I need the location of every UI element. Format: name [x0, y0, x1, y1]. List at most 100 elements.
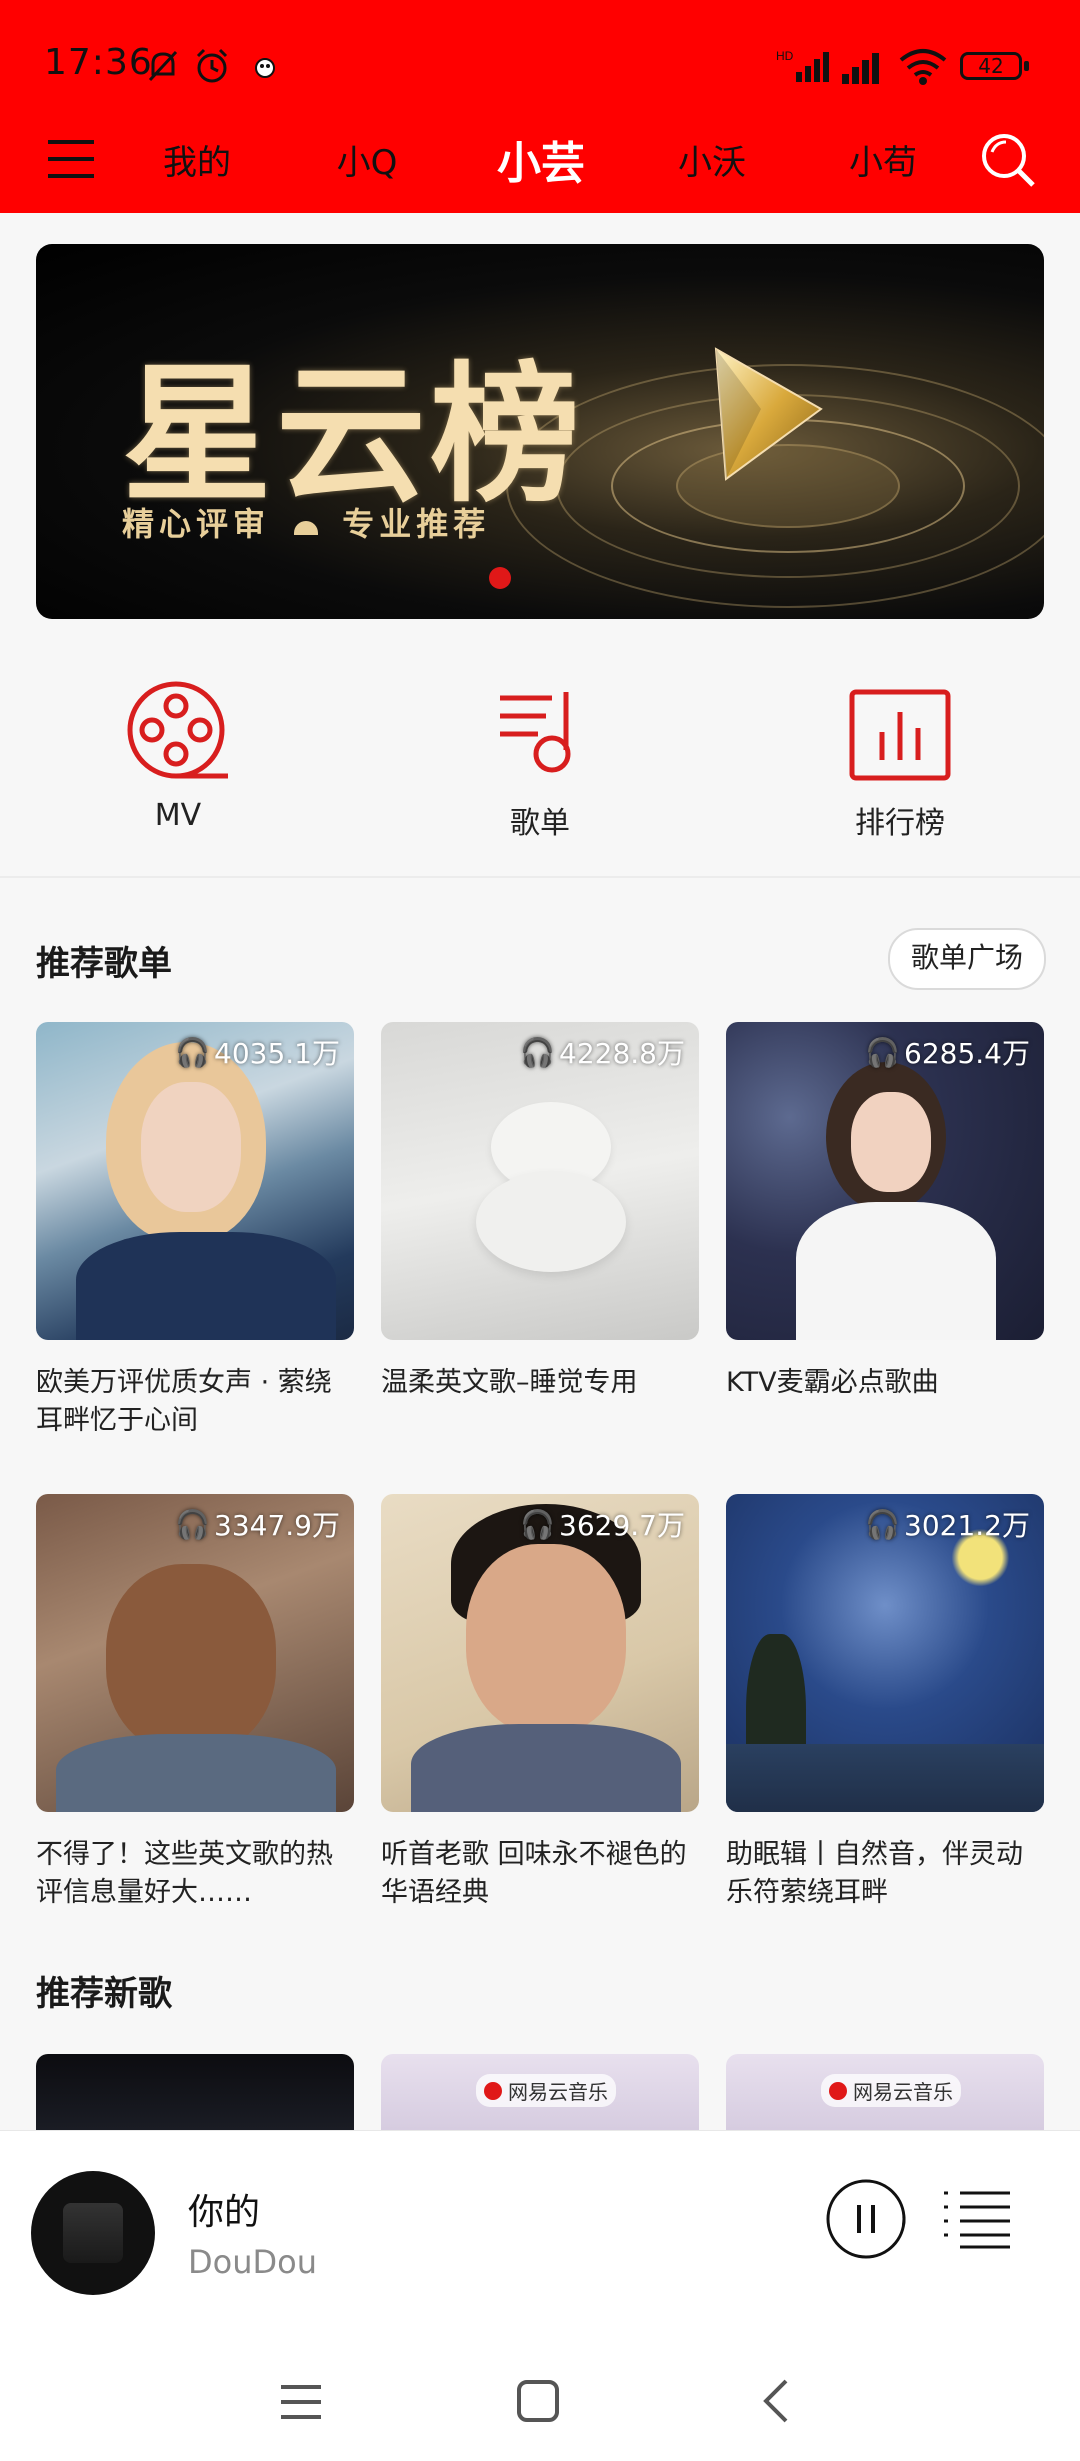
tab-xiaowo[interactable]: 小沃	[652, 135, 772, 184]
shortcut-label: 排行榜	[855, 806, 945, 841]
playlist-card[interactable]: 🎧 6285.4万 KTV麦霸必点歌曲	[726, 1022, 1044, 1442]
alarm-icon	[196, 48, 228, 83]
shortcut-mv[interactable]: MV	[78, 680, 278, 840]
status-bar: 17:36 HD 42	[0, 0, 1080, 135]
section-divider	[0, 876, 1080, 878]
shortcut-playlist[interactable]: 歌单	[440, 680, 640, 841]
playlist-caption: 听首老歌 回味永不褪色的华语经典	[381, 1839, 687, 1908]
brand-label: 网易云音乐	[853, 2080, 953, 2104]
shortcut-label: 歌单	[510, 806, 570, 841]
playlist-cover: 🎧 4035.1万	[36, 1022, 354, 1340]
headphones-icon: 🎧	[175, 1035, 211, 1069]
village	[726, 1744, 1044, 1812]
app-header: 17:36 HD 42 我的 小Q 小芸 小沃 小苟	[0, 0, 1080, 213]
portrait-face	[141, 1082, 241, 1212]
banner[interactable]: 星云榜 精心评审 专业推荐	[36, 244, 1044, 619]
shortcut-charts[interactable]: 排行榜	[800, 680, 1000, 841]
film-reel-icon	[127, 681, 228, 779]
menu-icon[interactable]	[44, 134, 98, 184]
sun-icon	[294, 521, 319, 535]
playlist-card[interactable]: 🎧 3629.7万 听首老歌 回味永不褪色的华语经典	[381, 1494, 699, 1914]
wifi-icon	[899, 49, 947, 85]
playlist-cover: 🎧 3021.2万	[726, 1494, 1044, 1812]
chart-bars-icon	[849, 689, 951, 781]
cat-body	[476, 1172, 626, 1272]
status-time: 17:36	[44, 42, 153, 83]
banner-subtitle-left: 精心评审	[122, 505, 271, 543]
man-face	[106, 1564, 276, 1754]
home-icon[interactable]	[516, 2379, 560, 2423]
play-logo-icon	[714, 347, 823, 481]
playlist-note-icon	[500, 692, 571, 773]
battery-level: 42	[978, 54, 1004, 78]
playlist-cover: 🎧 3347.9万	[36, 1494, 354, 1812]
man-suit	[411, 1724, 681, 1812]
playlist-cover: 🎧 3629.7万	[381, 1494, 699, 1812]
new-song-cover[interactable]	[36, 2054, 354, 2130]
playlist-caption: 温柔英文歌–睡觉专用	[381, 1367, 638, 1398]
battery-tip	[1024, 61, 1029, 71]
album-disc[interactable]	[31, 2171, 155, 2295]
tab-xiaogou[interactable]: 小苟	[823, 135, 943, 184]
new-song-cover[interactable]: 网易云音乐	[726, 2054, 1044, 2130]
song-artist: DouDou	[188, 2243, 317, 2281]
back-icon[interactable]	[756, 2377, 796, 2425]
playlist-card[interactable]: 🎧 4035.1万 欧美万评优质女声 · 萦绕耳畔忆于心间	[36, 1022, 354, 1442]
play-count-value: 3021.2万	[904, 1509, 1030, 1542]
tab-xiaoq[interactable]: 小Q	[307, 135, 427, 184]
headphones-icon: 🎧	[175, 1507, 211, 1541]
playlist-cover: 🎧 4228.8万	[381, 1022, 699, 1340]
netease-icon	[829, 2081, 847, 2100]
man-body	[56, 1734, 336, 1812]
tab-wode[interactable]: 我的	[137, 135, 257, 184]
tab-xiaoyun[interactable]: 小芸	[481, 127, 601, 191]
banner-page-indicator	[489, 567, 511, 589]
playlist-caption: KTV麦霸必点歌曲	[726, 1367, 939, 1398]
playlist-card[interactable]: 🎧 3021.2万 助眠辑丨自然音，伴灵动乐符萦绕耳畔	[726, 1494, 1044, 1914]
playlist-caption: 不得了！这些英文歌的热评信息量好大……	[36, 1839, 333, 1908]
new-song-cover[interactable]: 网易云音乐	[381, 2054, 699, 2130]
play-count-value: 4228.8万	[559, 1037, 685, 1070]
netease-logo: 网易云音乐	[821, 2074, 961, 2107]
section-title-new-songs: 推荐新歌	[36, 1974, 172, 2014]
mute-bell-icon	[148, 50, 178, 82]
song-title: 你的	[188, 2192, 261, 2233]
netease-logo: 网易云音乐	[476, 2074, 616, 2107]
playlist-card[interactable]: 🎧 4228.8万 温柔英文歌–睡觉专用	[381, 1022, 699, 1442]
svg-text:HD: HD	[776, 49, 794, 63]
play-count: 🎧 3347.9万	[175, 1504, 340, 1544]
section-title-playlists: 推荐歌单	[36, 944, 172, 984]
portrait-body	[76, 1232, 336, 1340]
play-count: 🎧 3021.2万	[865, 1504, 1030, 1544]
headphones-icon: 🎧	[865, 1507, 901, 1541]
signal-hd-icon: HD	[776, 49, 829, 82]
man-face	[466, 1544, 626, 1734]
playlist-square-button[interactable]: 歌单广场	[888, 928, 1046, 990]
play-count-value: 3347.9万	[214, 1509, 340, 1542]
top-nav: 我的 小Q 小芸 小沃 小苟	[0, 130, 1080, 213]
play-count: 🎧 6285.4万	[865, 1032, 1030, 1072]
banner-subtitle: 精心评审 专业推荐	[122, 499, 490, 545]
playlist-card[interactable]: 🎧 3347.9万 不得了！这些英文歌的热评信息量好大……	[36, 1494, 354, 1914]
banner-subtitle-right: 专业推荐	[342, 505, 491, 543]
playlist-queue-icon[interactable]	[942, 2189, 1014, 2249]
search-icon[interactable]	[978, 130, 1038, 190]
headphones-icon: 🎧	[520, 1035, 556, 1069]
play-count-value: 6285.4万	[904, 1037, 1030, 1070]
shortcut-label: MV	[154, 798, 202, 833]
album-art	[63, 2203, 123, 2263]
headphones-icon: 🎧	[520, 1507, 556, 1541]
pause-button[interactable]	[824, 2177, 908, 2261]
playlist-caption: 助眠辑丨自然音，伴灵动乐符萦绕耳畔	[726, 1839, 1023, 1908]
recent-apps-icon[interactable]	[278, 2381, 324, 2423]
mini-player[interactable]: 你的 DouDou	[0, 2130, 1080, 2461]
brand-label: 网易云音乐	[508, 2080, 608, 2104]
singer-body	[796, 1202, 996, 1340]
play-count: 🎧 4228.8万	[520, 1032, 685, 1072]
app-notification-icon	[255, 58, 275, 78]
singer-face	[851, 1092, 931, 1192]
playlist-cover: 🎧 6285.4万	[726, 1022, 1044, 1340]
system-nav-bar	[0, 2361, 1080, 2461]
play-count: 🎧 4035.1万	[175, 1032, 340, 1072]
play-count-value: 3629.7万	[559, 1509, 685, 1542]
